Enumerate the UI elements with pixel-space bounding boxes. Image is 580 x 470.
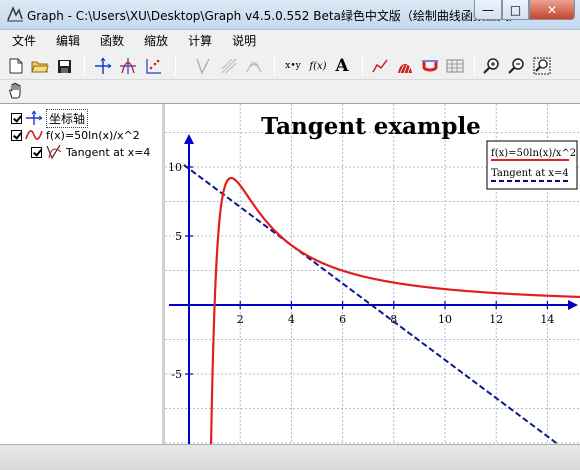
function-checkbox[interactable] <box>11 129 22 141</box>
minimize-icon: — <box>482 2 494 17</box>
shading-red-icon[interactable] <box>395 56 415 76</box>
function-label: f(x)=50ln(x)/x^2 <box>46 128 140 142</box>
menu-zoom[interactable]: 缩放 <box>134 30 178 52</box>
tangent-icon <box>46 144 62 160</box>
axes-label: 坐标轴 <box>46 108 89 128</box>
new-file-icon[interactable] <box>6 56 26 76</box>
magnet-icon[interactable] <box>420 56 440 76</box>
minimize-button[interactable]: — <box>474 0 502 20</box>
insert-function-icon[interactable] <box>118 56 138 76</box>
element-tree-panel: 坐标轴 f(x)=50ln(x)/x^2 Tangent at x=4 <box>0 104 165 444</box>
legend[interactable]: f(x)=50ln(x)/x^2 Tangent at x=4 <box>486 140 578 190</box>
y-tick-label: -5 <box>171 368 182 381</box>
save-icon[interactable] <box>54 56 74 76</box>
y-tick-label: 5 <box>175 230 182 243</box>
zoom-out-icon[interactable] <box>507 56 527 76</box>
toolbar-separator <box>175 56 176 76</box>
tree-item-function[interactable]: f(x)=50ln(x)/x^2 <box>11 127 140 143</box>
title-bar: Graph - C:\Users\XU\Desktop\Graph v4.5.0… <box>0 0 580 30</box>
main-toolbar: x•y f(x) A <box>0 52 580 80</box>
tangent-checkbox[interactable] <box>31 146 42 158</box>
shading-icon[interactable] <box>219 56 239 76</box>
close-button[interactable]: ✕ <box>529 0 575 20</box>
menu-function[interactable]: 函数 <box>90 30 134 52</box>
insert-text-icon[interactable]: A <box>332 56 352 76</box>
close-icon: ✕ <box>546 2 558 17</box>
tree-item-tangent[interactable]: Tangent at x=4 <box>31 144 150 160</box>
zoom-in-icon[interactable] <box>482 56 502 76</box>
tangent-label: Tangent at x=4 <box>66 145 151 159</box>
toolbar-separator <box>84 56 85 76</box>
toolbar-separator <box>274 56 275 76</box>
tangent-icon[interactable] <box>193 56 213 76</box>
menu-bar: 文件 编辑 函数 缩放 计算 说明 <box>0 30 580 52</box>
graph-plot: 2 4 6 8 10 12 14 105-5 Tangent example f(x)=50… <box>165 104 580 444</box>
open-folder-icon[interactable] <box>30 56 50 76</box>
maximize-button[interactable]: □ <box>502 0 529 20</box>
toolbar-separator <box>474 56 475 76</box>
graph-app-icon <box>7 6 23 22</box>
x-tick-label: 14 <box>540 313 554 326</box>
function-curve <box>209 176 580 444</box>
x-tick-label: 4 <box>288 313 295 326</box>
legend-function-label: f(x)=50ln(x)/x^2 <box>491 148 576 159</box>
axes-checkbox[interactable] <box>11 112 22 124</box>
graph-canvas[interactable]: 2 4 6 8 10 12 14 10 5 -5 Tangent example f(x)=50… <box>165 104 580 444</box>
secondary-toolbar <box>0 80 580 104</box>
x-axis-arrow <box>568 300 578 310</box>
relation-icon[interactable] <box>244 56 264 76</box>
x-tick-label: 10 <box>438 313 452 326</box>
insert-axes-icon[interactable] <box>93 56 113 76</box>
y-axis-arrow <box>184 134 194 144</box>
status-bar <box>0 444 580 470</box>
function-curve-icon <box>25 130 43 140</box>
x-tick-label: 6 <box>339 313 346 326</box>
xy-table-icon[interactable]: x•y <box>283 56 303 76</box>
table-icon[interactable] <box>445 56 465 76</box>
window-title: Graph - C:\Users\XU\Desktop\Graph v4.5.0… <box>27 9 533 23</box>
y-tick-label: 10 <box>168 161 182 174</box>
x-tick-label: 2 <box>237 313 244 326</box>
toolbar-separator <box>362 56 363 76</box>
insert-point-series-icon[interactable] <box>143 56 163 76</box>
menu-help[interactable]: 说明 <box>222 30 266 52</box>
axes-icon <box>26 110 43 125</box>
zoom-fit-icon[interactable] <box>532 56 552 76</box>
trendline-icon[interactable] <box>370 56 390 76</box>
maximize-icon: □ <box>509 2 522 17</box>
graph-title: Tangent example <box>261 113 481 140</box>
fx-icon[interactable]: f(x) <box>308 56 328 76</box>
hand-pan-icon[interactable] <box>6 81 26 101</box>
menu-calc[interactable]: 计算 <box>178 30 222 52</box>
tree-item-axes[interactable]: 坐标轴 <box>11 108 89 128</box>
menu-file[interactable]: 文件 <box>2 30 46 52</box>
legend-tangent-label: Tangent at x=4 <box>491 168 569 179</box>
menu-edit[interactable]: 编辑 <box>46 30 90 52</box>
x-tick-label: 12 <box>489 313 503 326</box>
